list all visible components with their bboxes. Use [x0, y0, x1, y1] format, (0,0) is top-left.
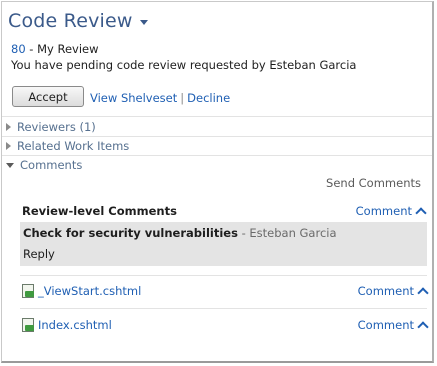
- review-level-comment-link[interactable]: Comment: [355, 204, 427, 219]
- comment-entry: Check for security vulnerabilities - Est…: [23, 226, 424, 240]
- comment-link-label: Comment: [357, 318, 414, 332]
- review-level-header: Review-level Comments Comment: [20, 202, 427, 220]
- section-reviewers-label: Reviewers (1): [17, 120, 96, 134]
- file-row: _ViewStart.cshtml Comment: [22, 284, 429, 299]
- pending-review-message: You have pending code review requested b…: [11, 58, 357, 72]
- comment-thread: Check for security vulnerabilities - Est…: [20, 222, 427, 266]
- file-comment-link[interactable]: Comment: [357, 284, 429, 299]
- chevron-up-icon: [417, 287, 429, 299]
- file-link[interactable]: Index.cshtml: [38, 318, 112, 332]
- chevron-up-icon: [415, 207, 427, 219]
- file-row: Index.cshtml Comment: [22, 318, 429, 333]
- review-name: - My Review: [25, 42, 99, 56]
- file-icon: [22, 318, 34, 332]
- chevron-down-icon[interactable]: [139, 20, 148, 25]
- action-separator: |: [180, 91, 185, 105]
- comment-link-label: Comment: [357, 284, 414, 298]
- section-reviewers[interactable]: Reviewers (1): [6, 120, 96, 134]
- send-comments-link[interactable]: Send Comments: [326, 176, 421, 190]
- section-comments-label: Comments: [20, 158, 83, 172]
- section-comments[interactable]: Comments: [6, 158, 82, 172]
- file-link[interactable]: _ViewStart.cshtml: [38, 284, 141, 298]
- file-comment-link[interactable]: Comment: [357, 318, 429, 333]
- divider: [20, 308, 427, 309]
- collapse-arrow-icon[interactable]: [6, 162, 14, 168]
- divider: [2, 116, 432, 117]
- accept-button[interactable]: Accept: [12, 86, 84, 107]
- file-item: _ViewStart.cshtml: [22, 284, 141, 298]
- file-item: Index.cshtml: [22, 318, 112, 332]
- comment-author: - Esteban Garcia: [237, 226, 337, 240]
- decline-link[interactable]: Decline: [187, 91, 230, 105]
- view-shelveset-link[interactable]: View Shelveset: [90, 91, 177, 105]
- expand-arrow-icon[interactable]: [6, 123, 11, 131]
- page-title: Code Review: [8, 10, 133, 32]
- code-review-panel: Code Review 80 - My Review You have pend…: [1, 1, 434, 363]
- file-icon: [22, 284, 34, 298]
- review-id-link[interactable]: 80: [11, 42, 26, 56]
- review-level-title: Review-level Comments: [22, 204, 177, 218]
- divider: [2, 155, 432, 156]
- reply-link[interactable]: Reply: [23, 247, 424, 261]
- comment-link-label: Comment: [355, 204, 412, 218]
- review-id-line: 80 - My Review: [11, 42, 99, 56]
- divider: [20, 275, 427, 276]
- expand-arrow-icon[interactable]: [6, 142, 11, 150]
- comment-text: Check for security vulnerabilities: [23, 226, 238, 240]
- review-actions: View Shelveset | Decline: [90, 91, 230, 105]
- section-related-work-items[interactable]: Related Work Items: [6, 139, 129, 153]
- divider: [2, 136, 432, 137]
- chevron-up-icon: [417, 321, 429, 333]
- review-level-comments: Review-level Comments Comment Check for …: [20, 202, 427, 266]
- page-title-row[interactable]: Code Review: [8, 10, 148, 32]
- section-related-work-items-label: Related Work Items: [17, 139, 130, 153]
